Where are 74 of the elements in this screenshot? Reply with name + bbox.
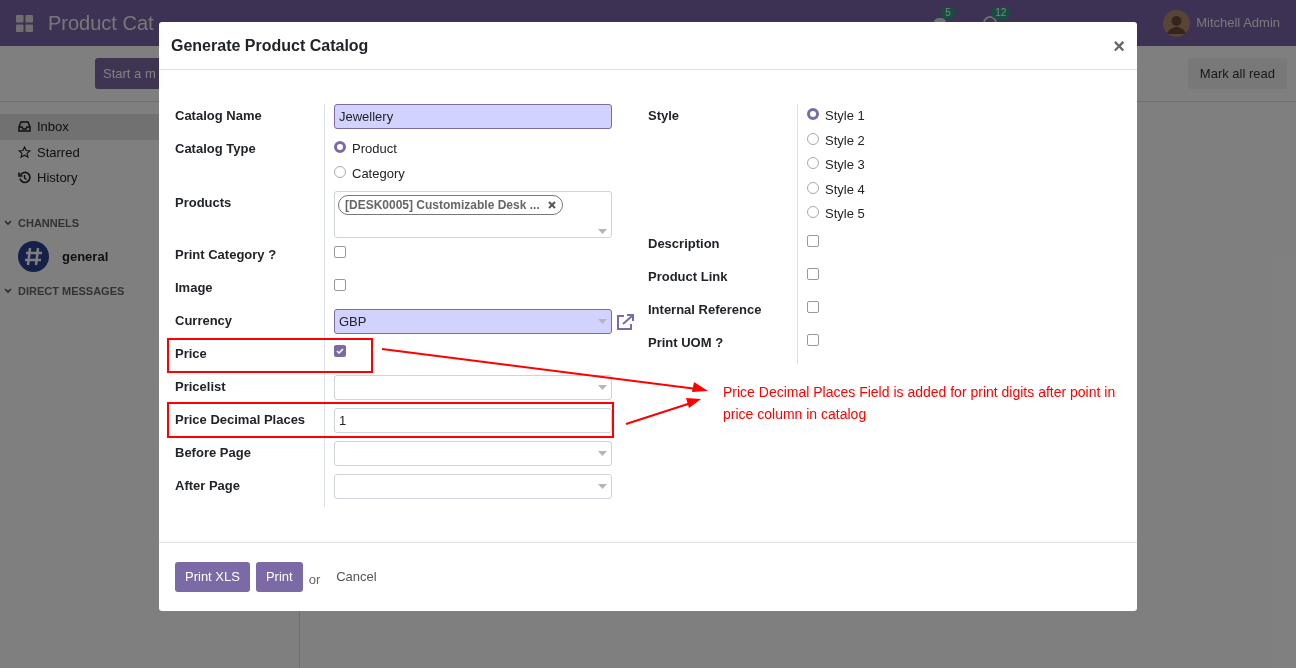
select-field[interactable] xyxy=(334,474,612,499)
tag-label: [DESK0005] Customizable Desk ... xyxy=(345,197,540,214)
tags-field[interactable]: [DESK0005] Customizable Desk ... xyxy=(334,191,612,238)
close-button[interactable]: × xyxy=(1113,35,1125,56)
checkbox[interactable] xyxy=(334,246,346,258)
checkbox[interactable] xyxy=(807,235,819,247)
field-label: Price xyxy=(175,342,325,375)
history-icon xyxy=(18,171,31,185)
field-label: Print Category ? xyxy=(175,243,325,276)
chevron-icon[interactable] xyxy=(4,288,12,295)
caret-icon xyxy=(598,319,607,324)
caret-icon xyxy=(598,385,607,390)
apps-menu-icon[interactable] xyxy=(16,14,33,32)
checkbox[interactable] xyxy=(807,268,819,280)
select-field[interactable]: GBP xyxy=(334,309,612,334)
radio-button[interactable] xyxy=(807,206,819,218)
field-label: Product Link xyxy=(648,265,798,298)
inbox-icon xyxy=(18,121,31,133)
section-header: DIRECT MESSAGES xyxy=(18,284,125,299)
field-label: Products xyxy=(175,191,325,243)
field-label: Internal Reference xyxy=(648,298,798,331)
field-label: Style xyxy=(648,104,798,232)
checkbox[interactable] xyxy=(334,345,346,357)
text-field[interactable]: Jewellery xyxy=(334,104,612,129)
radio-button[interactable] xyxy=(807,157,819,169)
channel-name[interactable]: general xyxy=(62,246,109,267)
checkbox[interactable] xyxy=(334,279,346,291)
app-title: Product Cat xyxy=(48,11,154,36)
mark-all-read-button[interactable]: Mark all read xyxy=(1187,58,1287,89)
hash-icon xyxy=(18,241,49,272)
select-field[interactable] xyxy=(334,441,612,466)
radio-label: Product xyxy=(352,140,397,158)
print-button[interactable]: Print xyxy=(255,562,303,592)
dialog-title: Generate Product Catalog xyxy=(171,35,369,56)
radio-label: Style 5 xyxy=(825,205,865,223)
cancel-button[interactable]: Cancel xyxy=(326,567,387,587)
radio-button[interactable] xyxy=(334,141,346,153)
field-label: After Page xyxy=(175,474,325,507)
text-field[interactable]: 1 xyxy=(334,408,612,433)
field-label: Catalog Name xyxy=(175,104,325,137)
print-button[interactable]: Print XLS xyxy=(175,562,250,592)
external-link-icon[interactable] xyxy=(615,312,635,331)
count-badge: 12 xyxy=(991,7,1011,19)
field-label: Catalog Type xyxy=(175,137,325,191)
radio-label: Style 2 xyxy=(825,131,865,150)
caret-icon xyxy=(598,229,607,234)
field-label: Image xyxy=(175,276,325,309)
field-label: Currency xyxy=(175,309,325,342)
radio-button[interactable] xyxy=(807,132,819,145)
chevron-icon[interactable] xyxy=(4,219,12,226)
star-icon xyxy=(18,145,31,159)
radio-label: Style 3 xyxy=(825,156,865,174)
select-field[interactable] xyxy=(334,375,612,400)
caret-icon xyxy=(598,484,607,489)
annotation-text: Price Decimal Places Field is added for print digits after point in price column in catalog xyxy=(723,383,1117,424)
radio-label: Category xyxy=(352,164,405,183)
radio-button[interactable] xyxy=(807,108,819,120)
checkbox[interactable] xyxy=(807,334,819,346)
radio-button[interactable] xyxy=(807,181,819,194)
radio-label: Style 4 xyxy=(825,180,865,199)
select-value: GBP xyxy=(339,312,367,331)
caret-icon xyxy=(598,451,607,456)
count-badge: 5 xyxy=(941,7,955,19)
section-header: CHANNELS xyxy=(18,215,80,231)
radio-button[interactable] xyxy=(334,165,346,178)
remove-icon[interactable] xyxy=(547,201,556,209)
field-label: Description xyxy=(648,232,798,265)
or-text: or xyxy=(308,571,321,590)
field-label: Before Page xyxy=(175,441,325,474)
radio-label: Style 1 xyxy=(825,107,865,125)
field-label: Print UOM ? xyxy=(648,331,798,364)
checkbox[interactable] xyxy=(807,301,819,313)
user-avatar[interactable] xyxy=(1163,9,1191,37)
user-name[interactable]: Mitchell Admin xyxy=(1196,13,1280,33)
